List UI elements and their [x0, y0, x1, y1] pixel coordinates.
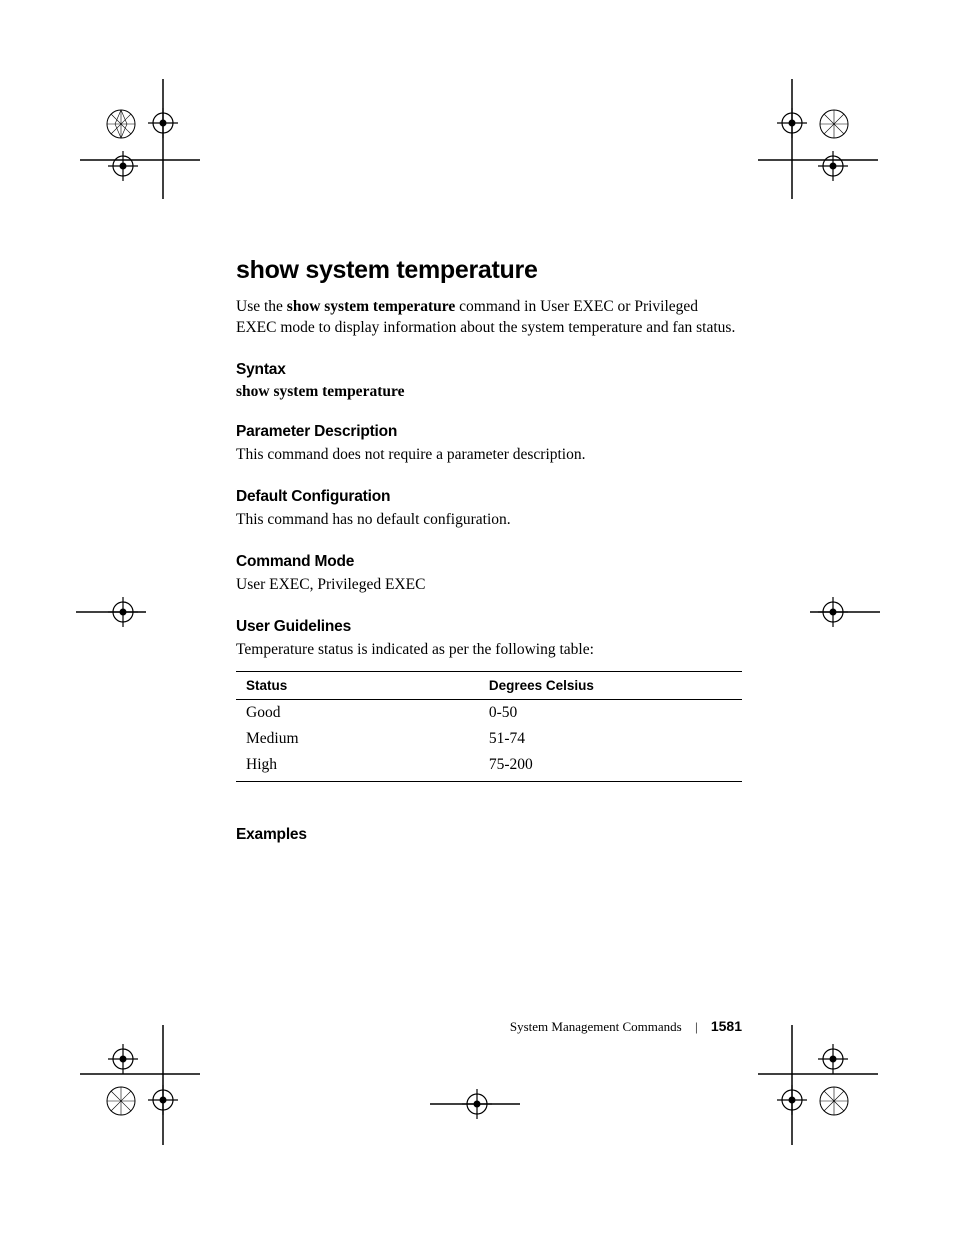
registration-target-icon	[818, 597, 848, 627]
parameter-body: This command does not require a paramete…	[236, 445, 742, 466]
registration-target-icon	[148, 1085, 178, 1115]
cell-status: Good	[236, 699, 479, 726]
registration-mark-icon	[80, 146, 200, 174]
registration-mark-icon	[80, 1060, 200, 1088]
registration-rosette-icon	[105, 1085, 137, 1117]
intro-command: show system temperature	[287, 298, 455, 315]
cell-status: High	[236, 752, 479, 782]
intro-paragraph: Use the show system temperature command …	[236, 297, 742, 339]
cell-degrees: 0-50	[479, 699, 742, 726]
mode-body: User EXEC, Privileged EXEC	[236, 575, 742, 596]
registration-target-icon	[148, 108, 178, 138]
table-header-status: Status	[236, 671, 479, 699]
command-title: show system temperature	[236, 256, 742, 285]
footer-chapter: System Management Commands	[510, 1019, 682, 1034]
registration-target-icon	[777, 1085, 807, 1115]
table-header-row: Status Degrees Celsius	[236, 671, 742, 699]
registration-mark-icon	[149, 79, 177, 199]
registration-target-icon	[777, 108, 807, 138]
cell-degrees: 51-74	[479, 726, 742, 752]
registration-rosette-icon	[818, 108, 850, 140]
table-row: Medium 51-74	[236, 726, 742, 752]
page-footer: System Management Commands | 1581	[236, 1018, 742, 1035]
guidelines-body: Temperature status is indicated as per t…	[236, 640, 742, 661]
examples-heading: Examples	[236, 826, 742, 844]
page-content: show system temperature Use the show sys…	[236, 256, 742, 848]
cell-degrees: 75-200	[479, 752, 742, 782]
guidelines-heading: User Guidelines	[236, 618, 742, 636]
default-heading: Default Configuration	[236, 488, 742, 506]
registration-target-icon	[108, 1044, 138, 1074]
registration-target-icon	[108, 151, 138, 181]
registration-target-icon	[108, 597, 138, 627]
registration-target-icon	[818, 1044, 848, 1074]
registration-rosette-icon	[818, 1085, 850, 1117]
table-row: High 75-200	[236, 752, 742, 782]
registration-target-icon	[462, 1089, 492, 1119]
parameter-heading: Parameter Description	[236, 423, 742, 441]
cell-status: Medium	[236, 726, 479, 752]
registration-mark-icon	[778, 79, 806, 199]
temperature-table: Status Degrees Celsius Good 0-50 Medium …	[236, 671, 742, 782]
footer-separator: |	[695, 1019, 698, 1034]
registration-rosette-icon	[105, 108, 137, 140]
registration-target-icon	[818, 151, 848, 181]
syntax-command: show system temperature	[236, 383, 742, 401]
table-row: Good 0-50	[236, 699, 742, 726]
syntax-heading: Syntax	[236, 361, 742, 379]
intro-prefix: Use the	[236, 298, 287, 315]
mode-heading: Command Mode	[236, 553, 742, 571]
table-header-degrees: Degrees Celsius	[479, 671, 742, 699]
default-body: This command has no default configuratio…	[236, 510, 742, 531]
footer-page-number: 1581	[711, 1018, 742, 1034]
